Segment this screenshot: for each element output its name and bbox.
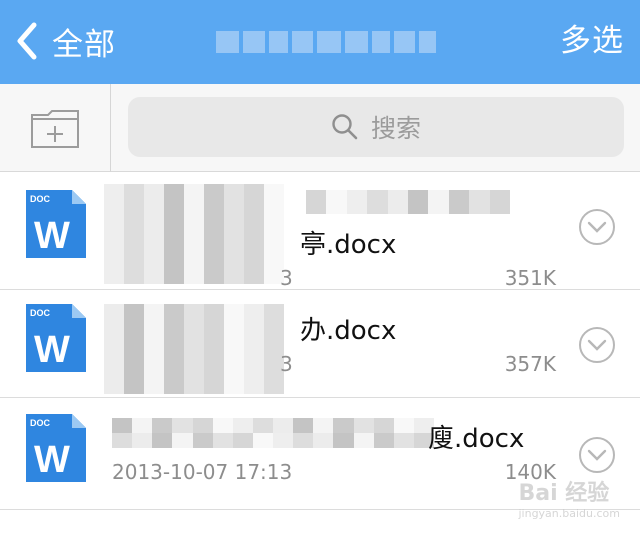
- file-date: 3: [280, 266, 293, 290]
- redacted-filename: [104, 184, 284, 284]
- file-list: DOC W 亭.docx 3 351K DOC W 办.docx 3 357K: [0, 172, 640, 510]
- redacted-filename: [104, 304, 284, 394]
- chevron-down-icon[interactable]: [578, 326, 616, 364]
- toolbar: 搜索: [0, 84, 640, 172]
- redacted-filename: [306, 190, 510, 214]
- file-name: 办.docx: [300, 316, 397, 346]
- svg-text:DOC: DOC: [30, 418, 51, 428]
- chevron-down-icon[interactable]: [578, 208, 616, 246]
- chevron-down-icon[interactable]: [578, 436, 616, 474]
- back-label: 全部: [52, 26, 116, 63]
- search-input[interactable]: 搜索: [128, 97, 624, 157]
- top-nav-bar: 全部 多选: [0, 0, 640, 84]
- file-row[interactable]: DOC W 办.docx 3 357K: [0, 290, 640, 398]
- file-name: 廋.docx: [428, 424, 525, 454]
- file-date: 3: [280, 352, 293, 376]
- redacted-filename: [112, 418, 434, 448]
- word-doc-icon: DOC W: [26, 304, 86, 372]
- file-row[interactable]: DOC W 亭.docx 3 351K: [0, 172, 640, 290]
- svg-text:W: W: [34, 439, 70, 481]
- file-size: 351K: [504, 266, 556, 290]
- new-folder-button[interactable]: [0, 84, 111, 172]
- page-title-redacted: [216, 22, 437, 62]
- folder-add-icon: [31, 110, 79, 148]
- file-size: 357K: [504, 352, 556, 376]
- file-name: 亭.docx: [300, 230, 397, 260]
- word-doc-icon: DOC W: [26, 414, 86, 482]
- svg-text:W: W: [34, 329, 70, 371]
- file-size: 140K: [504, 460, 556, 484]
- svg-text:DOC: DOC: [30, 308, 51, 318]
- search-icon: [332, 114, 358, 140]
- svg-text:DOC: DOC: [30, 194, 51, 204]
- file-date: 2013-10-07 17:13: [112, 460, 293, 484]
- chevron-left-icon: [17, 22, 37, 60]
- back-button[interactable]: 全部: [12, 18, 116, 64]
- svg-text:W: W: [34, 215, 70, 257]
- word-doc-icon: DOC W: [26, 190, 86, 258]
- multi-select-button[interactable]: 多选: [560, 18, 624, 64]
- search-placeholder: 搜索: [370, 114, 421, 143]
- file-row[interactable]: DOC W 廋.docx 2013-10-07 17:13 140K: [0, 398, 640, 510]
